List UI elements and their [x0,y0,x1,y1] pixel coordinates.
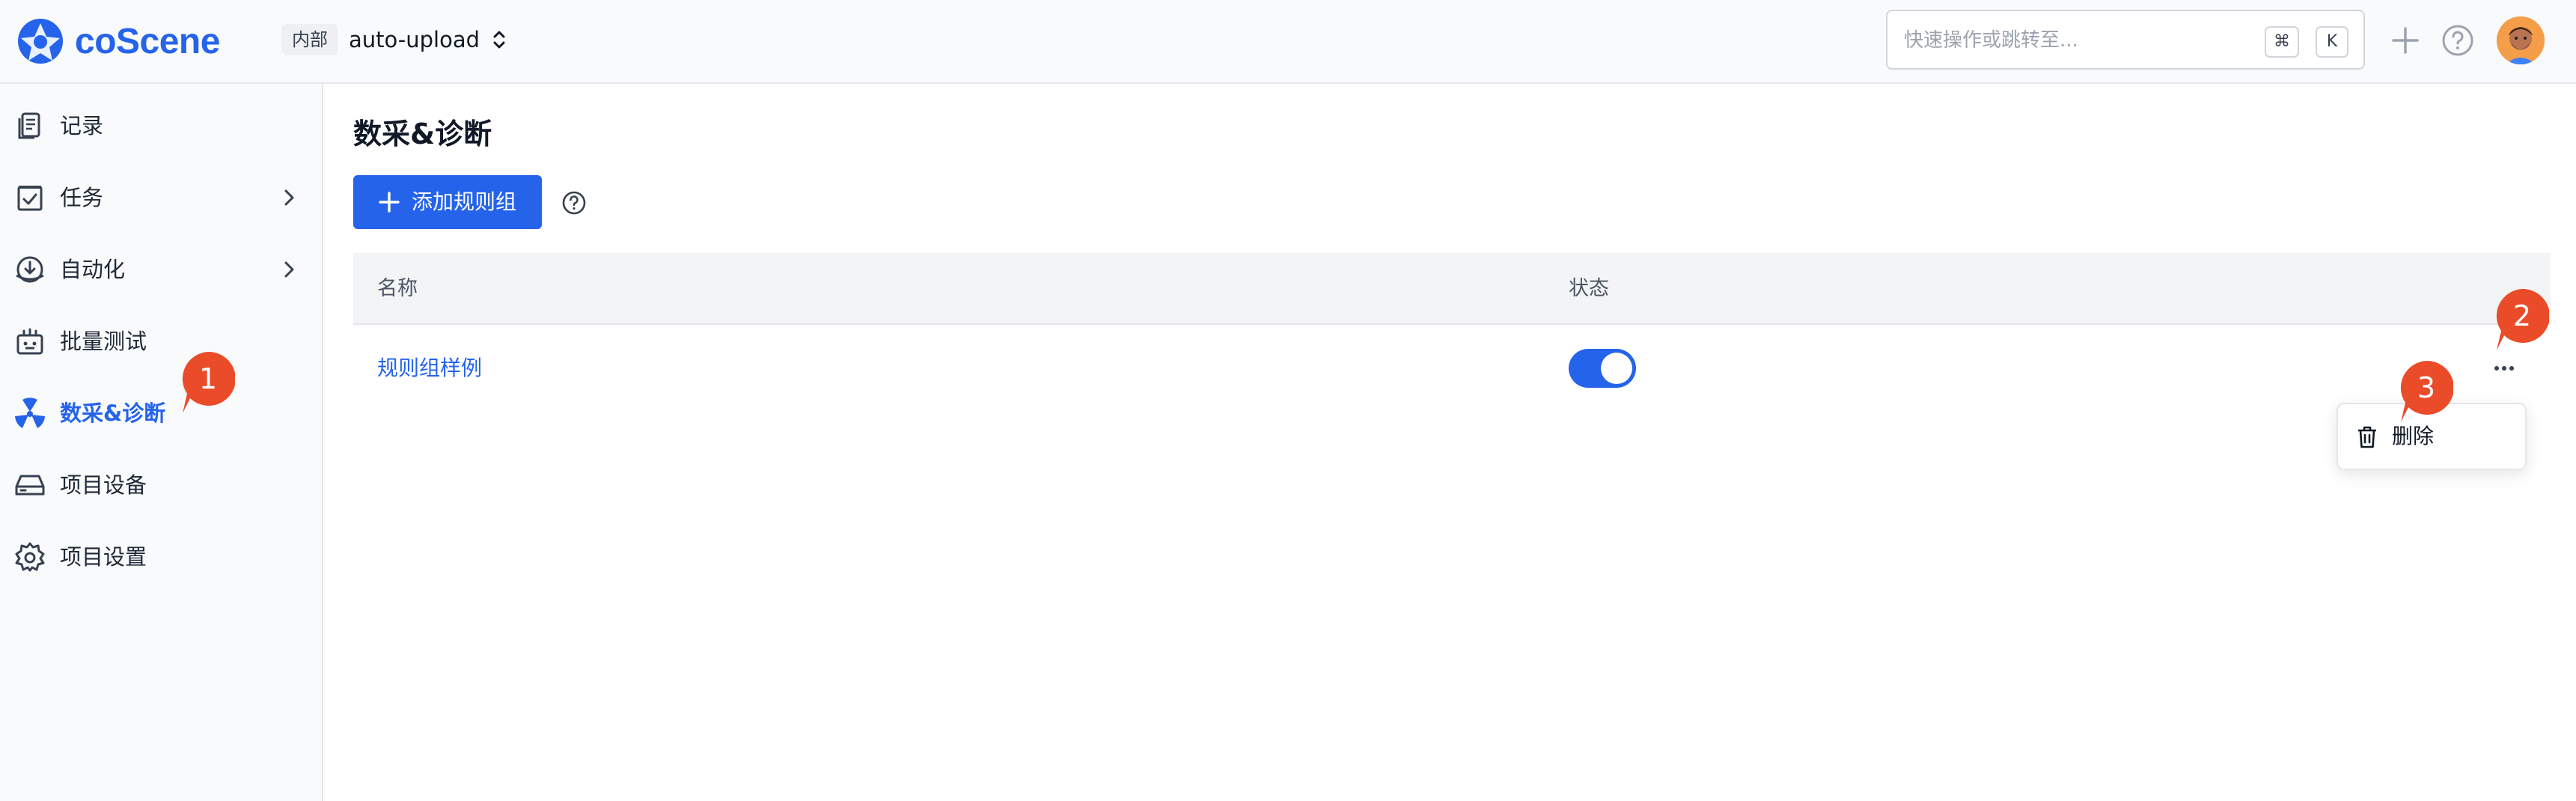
marker-number: 2 [2512,299,2532,332]
more-actions-icon[interactable] [2489,353,2519,383]
top-bar: coScene 内部 auto-upload 快速操作或跳转至... ⌘ K [0,0,2576,84]
step-marker-2: 2 [2495,288,2550,355]
sidebar: 记录 任务 自动化 批量测试 数采&诊断 项目设备 项目设置 [0,84,323,801]
rule-group-name-link[interactable]: 规则组样例 [377,326,482,410]
sidebar-item-tasks[interactable]: 任务 [0,166,322,229]
settings-icon [15,542,45,572]
chevron-up-down-icon [493,31,505,49]
toggle-knob [1601,353,1632,384]
trash-icon [2358,426,2376,448]
plus-icon[interactable] [2389,24,2422,57]
quick-search[interactable]: 快速操作或跳转至... ⌘ K [1886,10,2365,70]
sidebar-item-label: 任务 [60,185,104,210]
page-title: 数采&诊断 [353,118,492,150]
sidebar-item-batch-test[interactable]: 批量测试 [0,310,322,373]
column-header-status: 状态 [1569,277,1609,300]
chevron-right-icon [284,261,294,278]
device-icon [15,475,45,496]
user-avatar[interactable] [2497,16,2545,64]
plus-icon [379,192,400,213]
batch-test-icon [16,328,43,355]
shortcut-cmd-key: ⌘ [2265,26,2299,58]
project-name: auto-upload [349,27,480,52]
sidebar-item-label: 自动化 [60,257,126,282]
sidebar-item-diagnosis[interactable]: 数采&诊断 [0,382,322,445]
add-rule-group-label: 添加规则组 [412,189,517,214]
sidebar-item-label: 数采&诊断 [60,400,166,426]
search-placeholder: 快速操作或跳转至... [1904,29,2078,52]
org-badge: 内部 [281,24,338,55]
sidebar-item-automation[interactable]: 自动化 [0,238,322,301]
table-row: 规则组样例 [353,326,2551,410]
sidebar-item-settings[interactable]: 项目设置 [0,526,322,588]
sidebar-item-label: 批量测试 [60,329,147,354]
sidebar-item-label: 项目设备 [60,472,147,498]
help-icon[interactable] [2441,24,2474,57]
status-toggle[interactable] [1569,349,1636,388]
coscene-logo-icon [18,19,63,64]
marker-number: 1 [198,362,218,395]
step-marker-3: 3 [2399,360,2454,427]
sidebar-item-label: 项目设置 [60,544,147,570]
table-header: 名称 状态 [353,253,2551,325]
logo-text: coScene [75,21,220,61]
sidebar-item-records[interactable]: 记录 [0,94,322,157]
automation-icon [16,256,44,283]
marker-number: 3 [2417,371,2436,404]
logo[interactable]: coScene [16,15,220,67]
sidebar-item-label: 记录 [60,113,104,138]
help-icon[interactable] [561,190,587,216]
step-marker-1: 1 [181,351,236,418]
sidebar-item-devices[interactable]: 项目设备 [0,454,322,517]
column-header-name: 名称 [377,277,418,300]
avatar-face-icon [2497,16,2545,64]
shortcut-k-key: K [2316,26,2348,58]
add-rule-group-button[interactable]: 添加规则组 [353,175,542,229]
project-selector[interactable]: auto-upload [349,22,508,57]
chevron-right-icon [284,189,294,206]
tasks-icon [17,186,43,211]
diagnosis-icon [15,398,45,428]
records-icon [18,112,40,139]
